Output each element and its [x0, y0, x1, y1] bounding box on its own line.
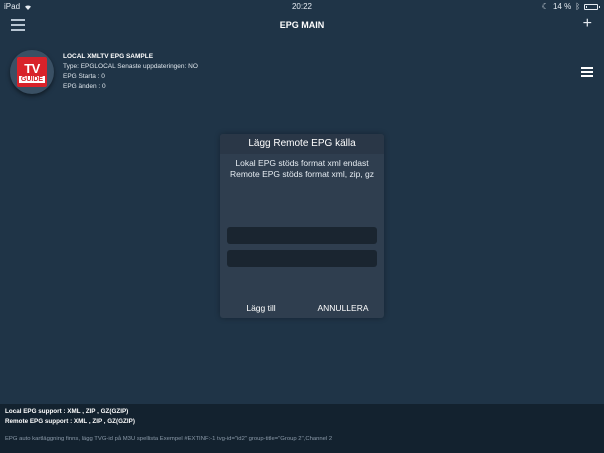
- dialog-message-line1: Lokal EPG stöds format xml endast: [235, 158, 369, 168]
- dialog-title: Lägg Remote EPG källa: [220, 134, 384, 154]
- epg-source-name: LOCAL XMLTV EPG SAMPLE: [63, 53, 154, 60]
- moon-icon: ☾: [541, 2, 549, 11]
- footer: Local EPG support : XML , ZIP , GZ(GZIP)…: [0, 404, 604, 453]
- status-bar: iPad 20:22 ☾ 14 % ᛒ: [0, 0, 604, 14]
- tv-guide-logo: TV GUIDE: [10, 50, 54, 94]
- bluetooth-icon: ᛒ: [575, 2, 580, 11]
- epg-source-item[interactable]: TV GUIDE LOCAL XMLTV EPG SAMPLE Type: EP…: [0, 46, 604, 102]
- plus-icon[interactable]: +: [583, 16, 592, 32]
- logo-text-tv: TV: [24, 60, 40, 76]
- hamburger-icon[interactable]: [581, 67, 593, 77]
- local-epg-support: Local EPG support : XML , ZIP , GZ(GZIP): [5, 408, 129, 415]
- status-right: ☾ 14 % ᛒ: [541, 2, 600, 11]
- dialog-buttons: Lägg till ANNULLERA: [220, 298, 384, 318]
- dialog-message: Lokal EPG stöds format xml endast Remote…: [220, 154, 384, 180]
- battery-percent: 14 %: [552, 2, 572, 11]
- epg-source-start: EPG Starta : 0: [63, 73, 105, 80]
- epg-url-field[interactable]: [227, 250, 377, 267]
- epg-source-details: LOCAL XMLTV EPG SAMPLE Type: EPGLOCAL Se…: [63, 52, 198, 92]
- epg-name-field[interactable]: [227, 227, 377, 244]
- support-info: Local EPG support : XML , ZIP , GZ(GZIP)…: [5, 407, 135, 427]
- add-remote-epg-dialog: Lägg Remote EPG källa Lokal EPG stöds fo…: [220, 134, 384, 318]
- page-title: EPG MAIN: [279, 20, 325, 30]
- battery-fill: [586, 5, 587, 8]
- cancel-button[interactable]: ANNULLERA: [302, 298, 384, 318]
- logo-text-guide: GUIDE: [18, 75, 46, 83]
- epg-auto-mapping-note: EPG auto kartläggning finns, lägg TVG-id…: [5, 436, 333, 442]
- remote-epg-support: Remote EPG support : XML , ZIP , GZ(GZIP…: [5, 418, 135, 425]
- nav-bar: EPG MAIN +: [0, 14, 604, 38]
- epg-source-type: Type: EPGLOCAL Senaste uppdateringen: NO: [63, 63, 198, 70]
- tv-guide-logo-box: TV GUIDE: [17, 57, 47, 87]
- dialog-message-line2: Remote EPG stöds format xml, zip, gz: [229, 169, 375, 179]
- status-time: 20:22: [291, 2, 313, 11]
- battery-icon: [584, 3, 600, 10]
- epg-source-end: EPG änden : 0: [63, 83, 106, 90]
- add-button[interactable]: Lägg till: [220, 298, 302, 318]
